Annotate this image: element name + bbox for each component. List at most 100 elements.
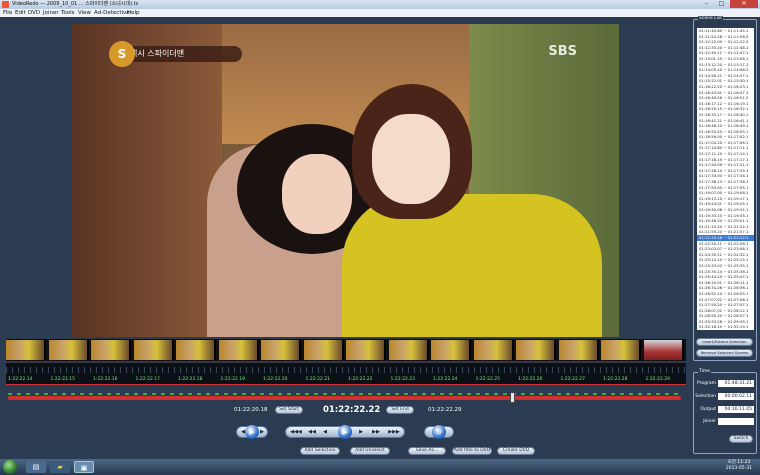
thumbnail-frame[interactable]	[176, 340, 216, 360]
scene-list-item[interactable]: 01:25:33.02 ~ 01:25:35.1	[697, 263, 754, 269]
thumbnail-frame[interactable]	[431, 340, 471, 360]
step-forward-button[interactable]: ▶▶	[370, 428, 382, 437]
thumbnail-frame[interactable]	[558, 340, 599, 360]
video-person-right	[342, 194, 602, 337]
thumbnail-frame[interactable]	[91, 340, 131, 360]
time-panel-header: Time	[698, 369, 712, 374]
insert-extend-selection-button[interactable]: Insert/Extend Selection	[696, 338, 753, 346]
broadcaster-watermark: SBS	[548, 44, 577, 59]
step-back-button[interactable]: ◀◀	[306, 428, 318, 437]
switch-button[interactable]: Switch	[729, 435, 753, 443]
add-selection-button[interactable]: Add Selection	[300, 447, 340, 455]
menu-ad-detective[interactable]: Ad-Detective	[94, 9, 130, 17]
add-unselect-button[interactable]: Add Unselect	[350, 447, 390, 455]
minimize-button[interactable]: –	[699, 0, 714, 8]
thumbnail-frame[interactable]	[388, 340, 429, 360]
thumbnail-frame[interactable]	[601, 340, 641, 360]
ruler-tick-label: 1:22:22.20	[263, 377, 288, 382]
scene-list-item[interactable]: 01:16:22.20 ~ 01:16:23.1	[697, 84, 754, 90]
thumbnail-frame[interactable]	[6, 340, 46, 360]
scene-list-item[interactable]: 01:14:05.10 ~ 01:14:06.2	[697, 67, 754, 73]
menu-view[interactable]: View	[78, 9, 91, 17]
thumbnail-frame[interactable]	[346, 340, 386, 360]
set-start-button[interactable]: Set Start	[275, 406, 303, 414]
scene-list-group: Scene List 01:11:40.80 ~ 01:11:45.1 01:11…	[693, 16, 757, 361]
scene-list-item[interactable]: 01:27:55.20 ~ 01:27:57.1	[697, 302, 754, 308]
menu-help[interactable]: Help	[127, 9, 140, 17]
thumbnail-frame[interactable]	[473, 340, 514, 360]
play-preview-icon[interactable]: ▶	[245, 425, 259, 439]
thumbnail-frame[interactable]	[218, 340, 259, 360]
selection-label: Selection	[695, 394, 716, 399]
ruler-tick-label: 1:22:22.24	[433, 377, 458, 382]
scene-list-item[interactable]: 01:12:22.00 ~ 01:12:22.0	[697, 39, 754, 45]
video-face-left	[282, 154, 352, 234]
close-button[interactable]: ✕	[730, 0, 758, 8]
scene-list-item[interactable]: 01:32:16.10 ~ 01:32:19.1	[697, 324, 754, 330]
start-button[interactable]	[3, 460, 17, 474]
remove-selected-scenes-button[interactable]: Remove Selected Scenes	[696, 349, 753, 357]
selection-field: 00:00:02.11	[718, 393, 754, 400]
scene-list-item[interactable]: 01:23:03.07 ~ 01:23:06.1	[697, 246, 754, 252]
menu-joiner[interactable]: Joiner	[43, 9, 59, 17]
thumbnail-frame[interactable]	[261, 340, 301, 360]
scene-list-item[interactable]: 01:26:52.10 ~ 01:26:55.1	[697, 291, 754, 297]
menu-file[interactable]: File	[3, 9, 12, 17]
menu-edit[interactable]: Edit	[15, 9, 26, 17]
scene-list-item[interactable]: 01:19:07.00 ~ 01:19:08.1	[697, 190, 754, 196]
play-button[interactable]: ▶	[338, 425, 352, 439]
thumbnail-frame[interactable]	[643, 340, 684, 360]
ruler-tick-label: 1:22:22.27	[560, 377, 586, 382]
explorer-icon[interactable]: ▤	[26, 461, 46, 473]
scene-list-item[interactable]: 01:16:33.17 ~ 01:16:40.1	[697, 112, 754, 118]
frame-forward-button[interactable]: ▶	[356, 428, 366, 437]
thumbnail-frame[interactable]	[48, 340, 89, 360]
ruler-tick-label: 1:22:22.25	[475, 377, 501, 382]
scrubber-handle[interactable]	[510, 392, 515, 403]
create-dvd-button[interactable]: Create DVD	[497, 447, 535, 455]
fast-forward-button[interactable]: ▶▶▶	[386, 428, 402, 437]
scene-list-item[interactable]: 01:19:46.20 ~ 01:20:01.1	[697, 218, 754, 224]
video-preview[interactable]: 섹시 스파이더맨 S SBS	[72, 24, 619, 337]
scene-list-item[interactable]: 01:13:01.10 ~ 01:13:06.1	[697, 56, 754, 62]
scene-list-item[interactable]: 01:16:49.26 ~ 01:16:51.2	[697, 95, 754, 101]
ruler-tick-label: 1:22:22.15	[50, 377, 76, 382]
editor-main-area: 섹시 스파이더맨 S SBS 1:22:22.14 1:22:22.15 1:22:…	[0, 17, 690, 471]
thumbnail-strip[interactable]	[6, 339, 686, 361]
selection-end-time: 01:22:22.29	[428, 407, 462, 413]
ruler-tick-label: 1:22:22.28	[603, 377, 628, 382]
output-field: 00:16:11.05	[718, 406, 754, 413]
scene-list-item[interactable]: 01:17:11.10 ~ 01:17:14.1	[697, 151, 754, 157]
fast-rewind-button[interactable]: ◀◀◀	[288, 428, 304, 437]
menu-tools[interactable]: Tools	[61, 9, 75, 17]
ruler-tick-label: 1:22:22.29	[645, 377, 671, 382]
scene-list-item[interactable]: 01:25:44.25 ~ 01:25:47.1	[697, 274, 754, 280]
maximize-button[interactable]: □	[714, 0, 729, 8]
thumbnail-frame[interactable]	[516, 340, 556, 360]
joiner-field[interactable]	[718, 418, 754, 425]
timeline-ruler[interactable]: 1:22:22.14 1:22:22.15 1:22:22.16 1:22:22.17…	[6, 362, 686, 385]
add-title-dvd-button[interactable]: Add title to DVD	[452, 447, 492, 455]
ruler-tick-label: 1:22:22.18	[178, 377, 203, 382]
timeline-scrubber[interactable]	[8, 392, 681, 403]
set-end-button[interactable]: Set End	[386, 406, 414, 414]
frame-back-button[interactable]: ◀	[320, 428, 330, 437]
system-clock[interactable]: 오전 11:23 2013-05-31	[726, 460, 752, 472]
scene-list-item[interactable]: 01:22:20.18 ~ 01:22:22.2	[697, 234, 754, 241]
ruler-tick-label: 1:22:22.26	[518, 377, 543, 382]
ruler-tick-label: 1:22:22.16	[93, 377, 118, 382]
scene-list-item[interactable]: 01:11:40.80 ~ 01:11:45.1	[697, 28, 754, 34]
thumbnail-frame[interactable]	[133, 340, 174, 360]
scene-list[interactable]: 01:11:40.80 ~ 01:11:45.1 01:11:54.28 ~ 01…	[697, 28, 754, 330]
save-as-button[interactable]: Save As...	[408, 447, 446, 455]
thumbnail-frame[interactable]	[303, 340, 344, 360]
videoredo-task-icon[interactable]: ▣	[74, 461, 94, 473]
folder-icon[interactable]: ▰	[50, 461, 70, 473]
scene-list-item[interactable]: 01:17:36.13 ~ 01:17:38.1	[697, 179, 754, 185]
time-panel: Time Program 01:48:31.21 Selection 00:00…	[693, 369, 757, 454]
app-icon	[2, 1, 9, 8]
scene-list-item[interactable]: 01:16:46.10 ~ 01:16:49.1	[697, 123, 754, 129]
scene-list-item[interactable]: 01:19:30.06 ~ 01:19:31.1	[697, 207, 754, 213]
loop-icon[interactable]: ↻	[432, 425, 446, 439]
menu-dvd[interactable]: DVD	[28, 9, 40, 17]
